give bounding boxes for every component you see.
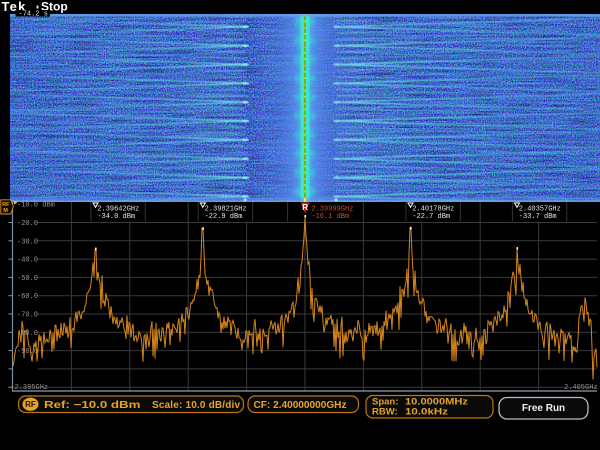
svg-text:-10.0 dBm: -10.0 dBm: [17, 202, 55, 210]
svg-text:Scale: 10.0 dB/div: Scale: 10.0 dB/div: [152, 400, 240, 411]
svg-text:-74.2 s: -74.2 s: [19, 11, 48, 19]
svg-text:-20.0: -20.0: [17, 220, 38, 228]
svg-text:CF: 2.40000000GHz: CF: 2.40000000GHz: [254, 400, 347, 411]
svg-text:R: R: [302, 203, 308, 212]
svg-text:-70.0: -70.0: [17, 312, 38, 320]
svg-text:10.0kHz: 10.0kHz: [405, 407, 448, 418]
svg-text:-22.9 dBm: -22.9 dBm: [205, 213, 243, 221]
svg-text:RBW:: RBW:: [372, 407, 398, 418]
svg-text:-30.0: -30.0: [17, 238, 38, 246]
svg-text:Free Run: Free Run: [522, 403, 565, 414]
svg-text:2.395GHz: 2.395GHz: [15, 384, 49, 392]
svg-text:-22.7 dBm: -22.7 dBm: [412, 213, 450, 221]
svg-text:-34.0 dBm: -34.0 dBm: [97, 213, 135, 221]
svg-text:-50.0: -50.0: [17, 275, 38, 283]
svg-text:-40.0: -40.0: [17, 257, 38, 265]
svg-text:-90.0: -90.0: [17, 348, 38, 356]
svg-text:-60.0: -60.0: [17, 293, 38, 301]
svg-text:RF: RF: [2, 202, 10, 208]
svg-text:M: M: [3, 208, 8, 214]
svg-text:RF: RF: [25, 400, 36, 409]
svg-text:2.405GHz: 2.405GHz: [564, 384, 598, 392]
svg-text:-16.1 dBm: -16.1 dBm: [311, 213, 349, 221]
svg-text:-33.7 dBm: -33.7 dBm: [519, 213, 557, 221]
svg-text:Ref: −10.0 dBm: Ref: −10.0 dBm: [44, 400, 141, 411]
